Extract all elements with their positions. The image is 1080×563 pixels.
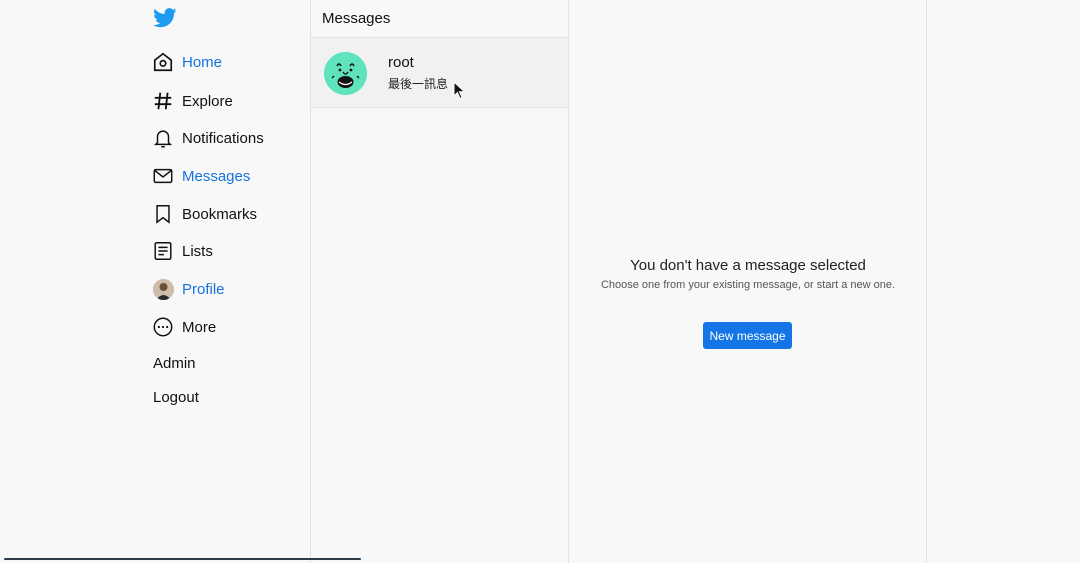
messages-column: Messages root 最後一訊息 — [311, 0, 569, 563]
logout-link[interactable]: Logout — [153, 389, 199, 406]
mail-icon — [152, 165, 174, 187]
more-icon — [152, 316, 174, 338]
sidebar-item-messages[interactable]: Messages — [152, 162, 250, 190]
sidebar-item-label: Bookmarks — [182, 205, 258, 223]
mouse-cursor-icon — [453, 81, 466, 100]
sidebar-item-label: Notifications — [182, 129, 264, 147]
home-icon — [152, 51, 174, 73]
new-message-button[interactable]: New message — [703, 322, 792, 349]
admin-link[interactable]: Admin — [153, 355, 196, 372]
sidebar-item-label: Profile — [182, 280, 225, 298]
sidebar-item-label: Home — [182, 53, 223, 71]
scrollbar[interactable] — [4, 558, 361, 560]
list-icon — [152, 240, 174, 262]
sidebar-item-label: Messages — [182, 167, 251, 185]
sidebar-item-more[interactable]: More — [152, 313, 216, 341]
avatar — [324, 52, 367, 95]
sidebar-item-label: Lists — [182, 242, 213, 260]
sidebar-item-label: More — [182, 318, 217, 336]
sidebar-item-lists[interactable]: Lists — [152, 237, 213, 265]
empty-state-title: You don't have a message selected — [630, 257, 866, 274]
conversation-preview: 最後一訊息 — [388, 77, 449, 91]
avatar — [152, 278, 174, 300]
sidebar-item-bookmarks[interactable]: Bookmarks — [152, 200, 257, 228]
bird-logo-icon[interactable] — [153, 7, 177, 29]
bookmark-icon — [152, 203, 174, 225]
message-detail-panel: You don't have a message selected Choose… — [569, 0, 927, 563]
sidebar-item-label: Explore — [182, 92, 233, 110]
conversation-name: root — [388, 54, 414, 71]
sidebar-item-profile[interactable]: Profile — [152, 275, 225, 303]
divider — [926, 0, 927, 563]
empty-state-subtitle: Choose one from your existing message, o… — [600, 279, 896, 291]
sidebar-item-notifications[interactable]: Notifications — [152, 124, 264, 152]
bell-icon — [152, 127, 174, 149]
sidebar-item-home[interactable]: Home — [152, 48, 222, 76]
messages-header: Messages — [311, 0, 569, 38]
hash-icon — [152, 90, 174, 112]
conversation-item[interactable]: root 最後一訊息 — [311, 38, 569, 108]
sidebar-item-explore[interactable]: Explore — [152, 87, 233, 115]
sidebar: Home Explore Notifications Messages Book… — [0, 0, 311, 563]
